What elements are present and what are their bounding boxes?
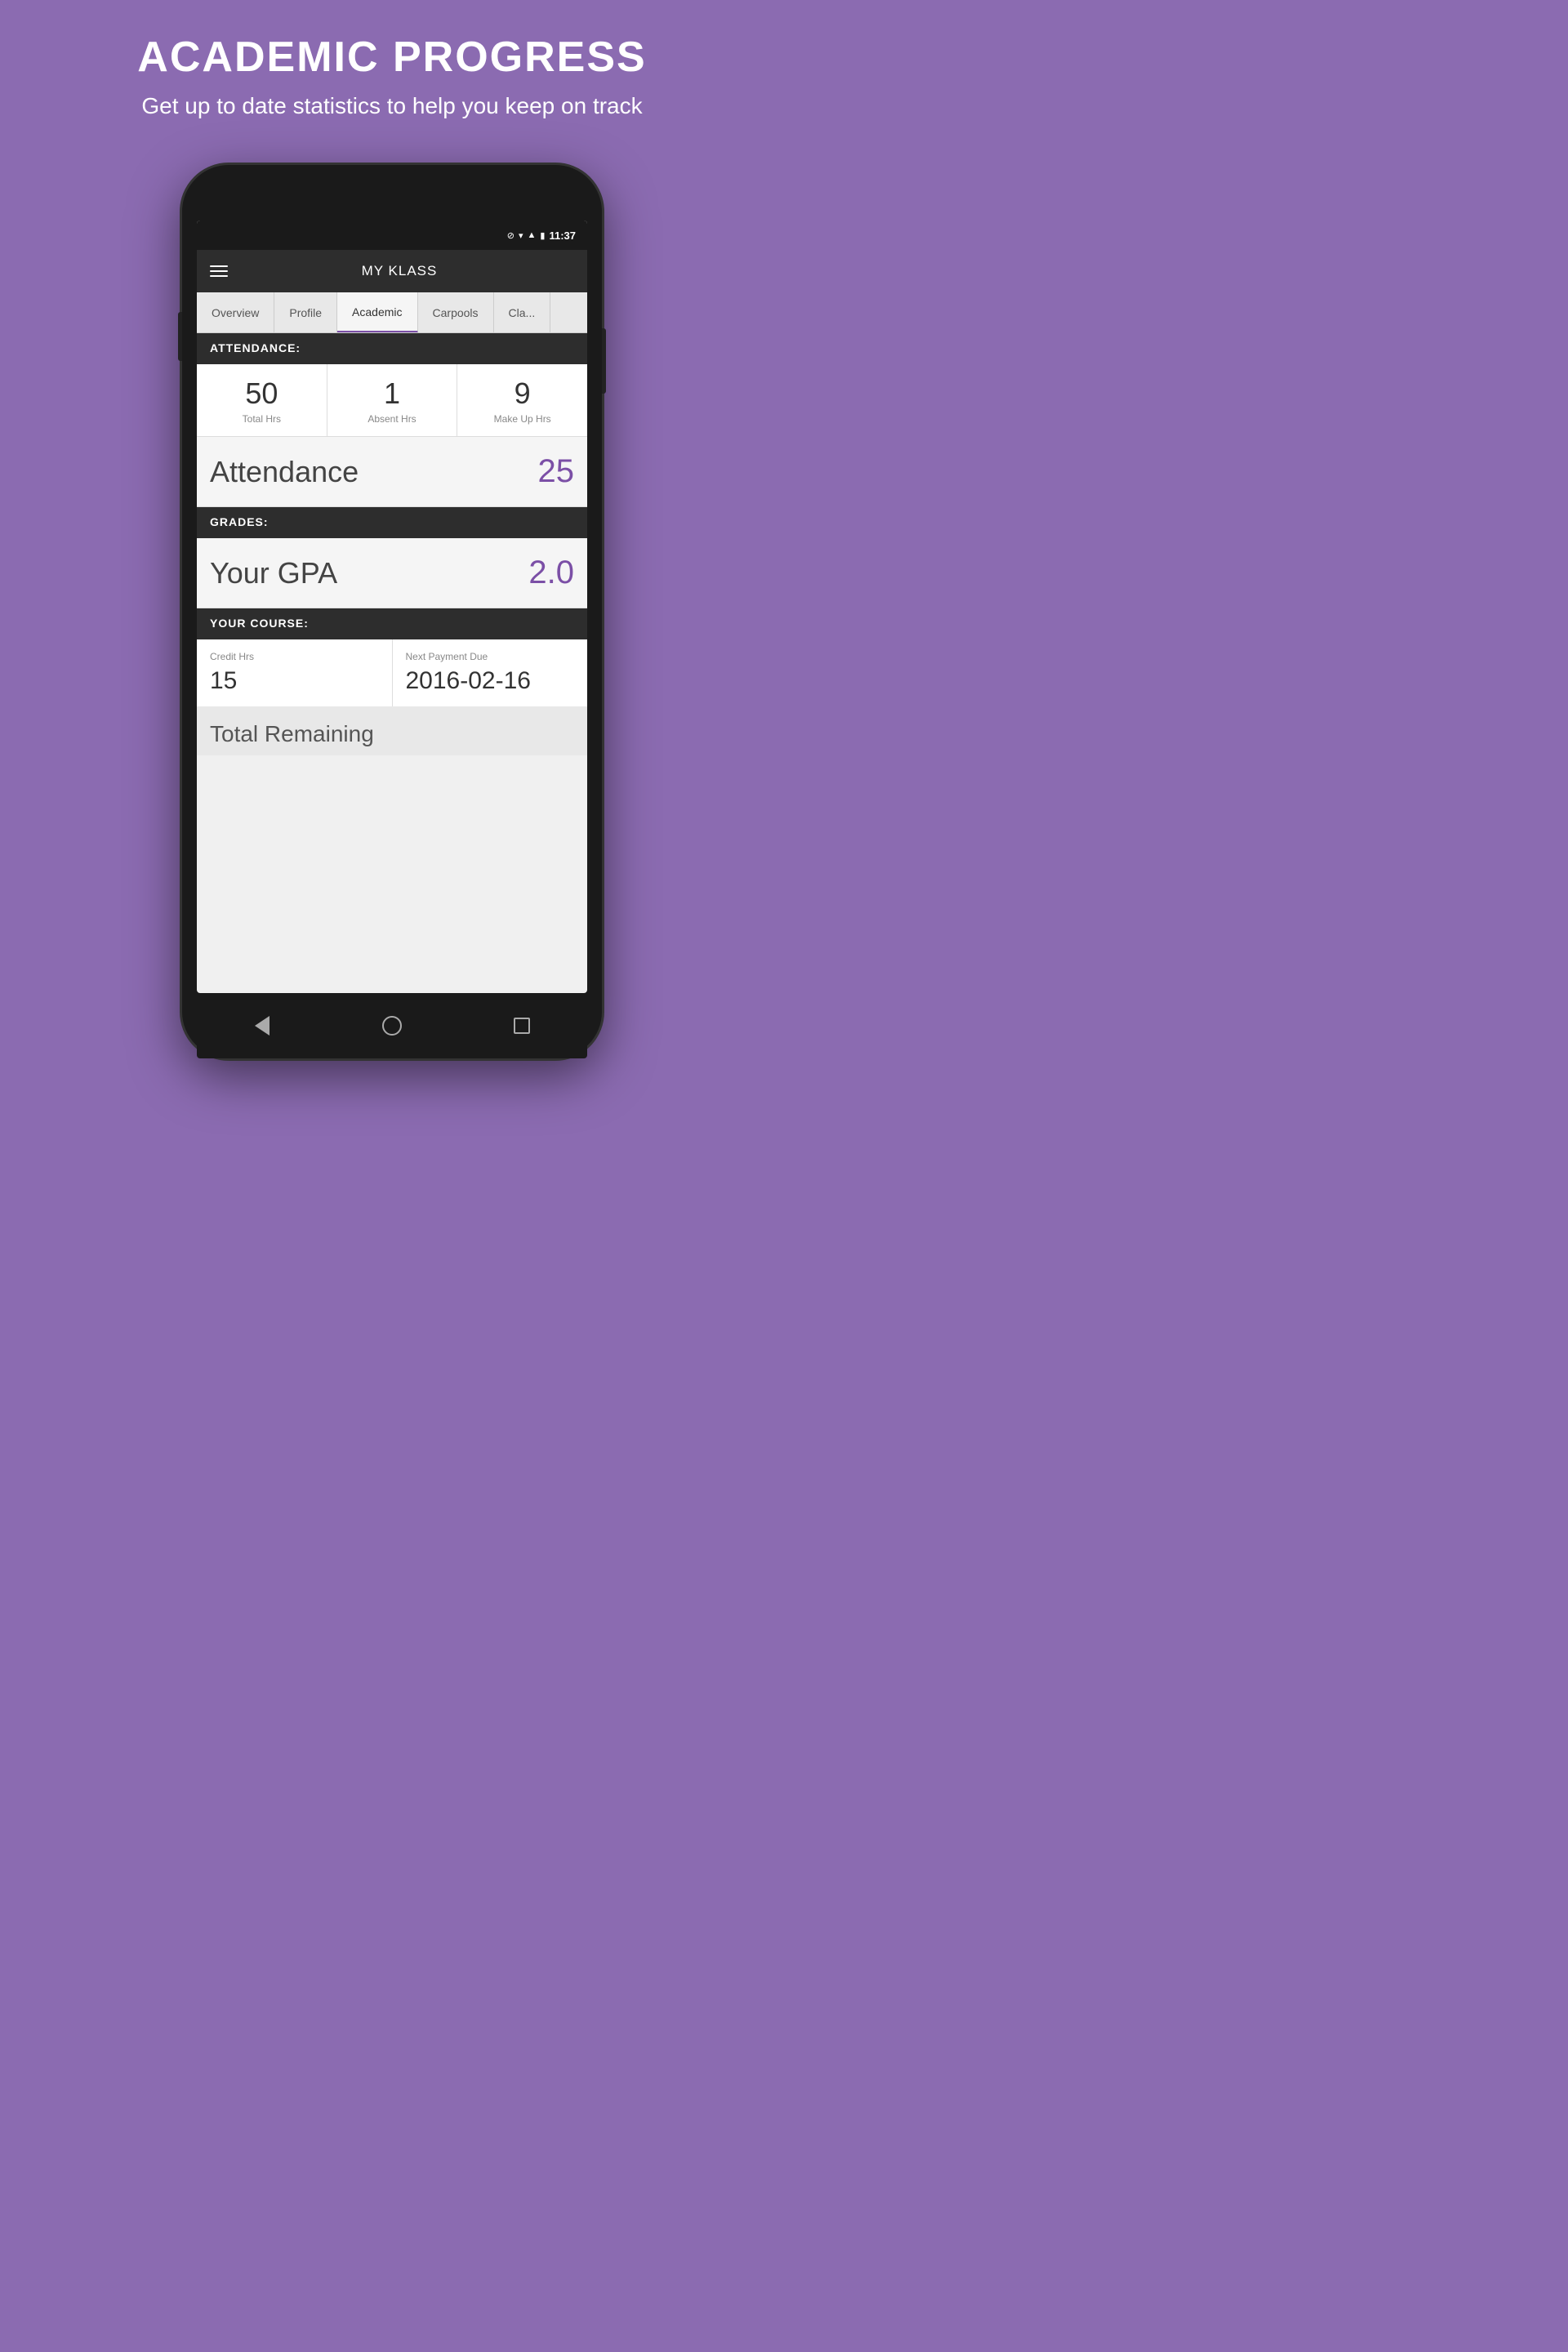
course-row: Credit Hrs 15 Next Payment Due 2016-02-1…: [197, 639, 587, 706]
power-button: [602, 328, 606, 394]
hamburger-line-2: [210, 270, 228, 272]
tab-profile[interactable]: Profile: [274, 292, 337, 333]
attendance-section-header: ATTENDANCE:: [197, 333, 587, 364]
makeup-hrs-cell: 9 Make Up Hrs: [457, 364, 587, 436]
tab-academic[interactable]: Academic: [337, 292, 417, 333]
back-icon: [255, 1016, 270, 1036]
nav-recents-button[interactable]: [510, 1013, 534, 1038]
makeup-hrs-label: Make Up Hrs: [494, 413, 551, 425]
recents-icon: [514, 1018, 530, 1034]
total-remaining-label: Total Remaining: [210, 721, 374, 746]
page-subtitle: Get up to date statistics to help you ke…: [137, 90, 646, 122]
attendance-header-text: ATTENDANCE:: [210, 341, 301, 354]
app-bar: MY KLASS: [197, 250, 587, 292]
gpa-label: Your GPA: [210, 556, 337, 590]
tabs-container: Overview Profile Academic Carpools Cla..…: [197, 292, 587, 333]
hamburger-line-3: [210, 275, 228, 277]
wifi-icon: ▾: [519, 230, 523, 241]
gpa-value: 2.0: [528, 555, 574, 591]
credit-hrs-value: 15: [210, 667, 379, 695]
attendance-score: 25: [538, 453, 575, 490]
attendance-label: Attendance: [210, 455, 359, 489]
gpa-row: Your GPA 2.0: [197, 538, 587, 608]
credit-hrs-cell: Credit Hrs 15: [197, 639, 393, 706]
absent-hrs-value: 1: [384, 379, 400, 408]
next-payment-label: Next Payment Due: [406, 651, 575, 662]
nav-home-button[interactable]: [380, 1013, 404, 1038]
page-header: ACADEMIC PROGRESS Get up to date statist…: [121, 0, 662, 138]
tab-carpools[interactable]: Carpools: [418, 292, 494, 333]
attendance-row: Attendance 25: [197, 437, 587, 507]
tab-cla[interactable]: Cla...: [494, 292, 551, 333]
phone-screen: ⊘ ▾ ▲ ▮ 11:37 MY KLASS Overview: [197, 220, 587, 993]
hamburger-line-1: [210, 265, 228, 267]
tab-overview[interactable]: Overview: [197, 292, 274, 333]
absent-hrs-cell: 1 Absent Hrs: [327, 364, 458, 436]
grades-section-header: GRADES:: [197, 507, 587, 538]
signal-icon: ▲: [528, 230, 537, 240]
status-bar: ⊘ ▾ ▲ ▮ 11:37: [197, 220, 587, 250]
attendance-stats-row: 50 Total Hrs 1 Absent Hrs 9 Make Up Hrs: [197, 364, 587, 437]
no-sim-icon: ⊘: [507, 230, 514, 241]
total-hrs-label: Total Hrs: [243, 413, 281, 425]
status-time: 11:37: [549, 229, 576, 242]
total-hrs-value: 50: [245, 379, 278, 408]
course-header-text: YOUR COURSE:: [210, 617, 309, 630]
main-content: ATTENDANCE: 50 Total Hrs 1 Absent Hrs 9 …: [197, 333, 587, 755]
phone-shell: ⊘ ▾ ▲ ▮ 11:37 MY KLASS Overview: [180, 163, 604, 1061]
course-section-header: YOUR COURSE:: [197, 608, 587, 639]
credit-hrs-label: Credit Hrs: [210, 651, 379, 662]
hamburger-lines: [210, 265, 228, 277]
phone-bottom-bar: [197, 993, 587, 1058]
total-remaining-partial: Total Remaining: [197, 706, 587, 755]
page-title: ACADEMIC PROGRESS: [137, 33, 646, 82]
next-payment-cell: Next Payment Due 2016-02-16: [393, 639, 588, 706]
status-icons: ⊘ ▾ ▲ ▮ 11:37: [507, 229, 576, 242]
next-payment-value: 2016-02-16: [406, 667, 575, 695]
grades-header-text: GRADES:: [210, 515, 269, 528]
absent-hrs-label: Absent Hrs: [368, 413, 416, 425]
battery-icon: ▮: [540, 230, 545, 241]
hamburger-menu-icon[interactable]: [210, 265, 228, 277]
volume-button: [178, 312, 182, 361]
home-icon: [382, 1016, 402, 1036]
makeup-hrs-value: 9: [514, 379, 531, 408]
total-hrs-cell: 50 Total Hrs: [197, 364, 327, 436]
nav-back-button[interactable]: [250, 1013, 274, 1038]
app-title: MY KLASS: [362, 263, 438, 279]
